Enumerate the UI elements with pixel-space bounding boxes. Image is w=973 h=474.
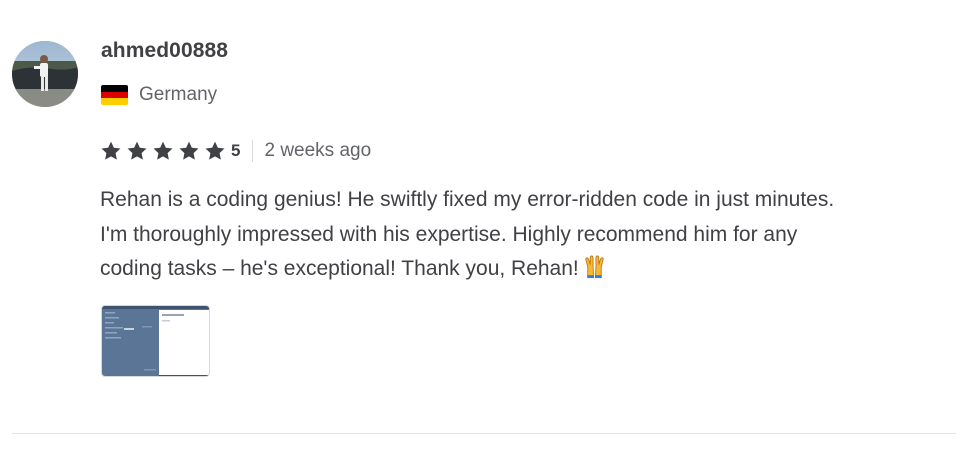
review-text-line-content: coding tasks – he's exceptional! Thank y… [100,257,579,280]
review-text-line: coding tasks – he's exceptional! Thank y… [100,252,950,287]
rating-divider [252,140,254,162]
star-rating [100,140,230,162]
rating-value: 5 [231,141,241,160]
review-divider [12,433,956,434]
germany-flag-icon [101,85,128,105]
reviewer-country: Germany [101,82,217,108]
review-card: ahmed00888 Germany 5 2 weeks ago Rehan i… [0,0,973,474]
review-time: 2 weeks ago [264,140,372,161]
star-icon [178,140,200,162]
country-name: Germany [139,84,218,105]
reviewer-username[interactable]: ahmed00888 [101,39,228,63]
star-icon [204,140,226,162]
review-text: Rehan is a coding genius! He swiftly fix… [100,183,950,287]
attachment-thumbnail[interactable] [101,305,210,377]
raising-hands-emoji-icon [582,254,607,279]
review-text-line: I'm thoroughly impressed with his expert… [100,222,798,246]
review-text-line: Rehan is a coding genius! He swiftly fix… [100,188,835,211]
rating-row: 5 2 weeks ago [100,138,371,164]
avatar[interactable] [12,41,78,107]
star-icon [126,140,148,162]
star-icon [152,140,174,162]
avatar-photo [12,41,78,107]
attachment-thumbnail-image [102,306,209,376]
star-icon [100,140,122,162]
